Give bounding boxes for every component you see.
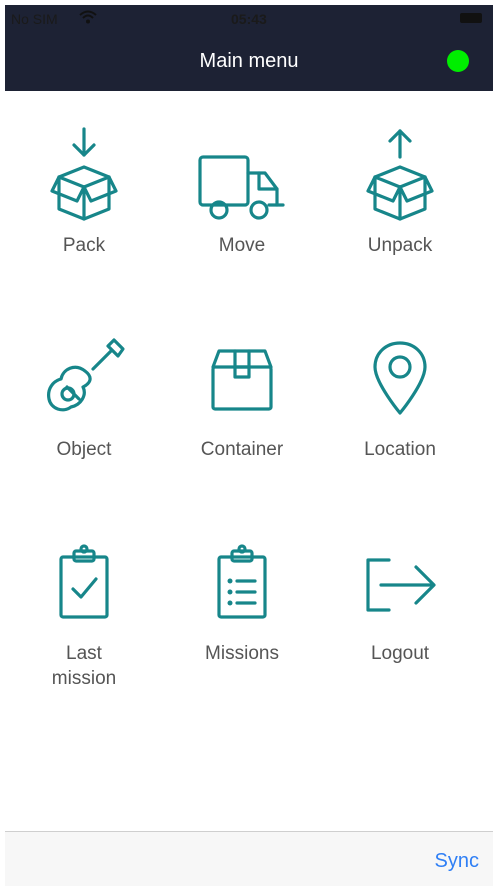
- logout-icon: [366, 558, 436, 612]
- carrier-label: No SIM: [11, 11, 58, 27]
- app-screen: No SIM 05:43 Main menu Pack Move Unpack …: [5, 5, 493, 886]
- status-bar: No SIM 05:43: [5, 5, 493, 33]
- menu-item-missions[interactable]: Missions: [172, 535, 312, 666]
- menu-item-pack-label: Pack: [62, 235, 106, 256]
- page-title: Main menu: [199, 50, 299, 72]
- menu-item-last-mission[interactable]: Last mission: [14, 535, 154, 691]
- box-down-arrow-icon: [50, 127, 118, 221]
- clock: 05:43: [231, 11, 267, 27]
- menu-item-location[interactable]: Location: [330, 331, 470, 462]
- wifi-icon: [79, 10, 97, 24]
- box-up-arrow-icon: [366, 129, 434, 221]
- menu-item-location-label: Location: [364, 439, 436, 460]
- menu-item-pack[interactable]: Pack: [14, 127, 154, 258]
- menu-item-last-mission-label: Last mission: [14, 641, 154, 691]
- clipboard-check-icon: [59, 544, 109, 619]
- menu-item-unpack[interactable]: Unpack: [330, 127, 470, 258]
- guitar-icon: [47, 338, 125, 412]
- menu-item-container-label: Container: [200, 439, 284, 460]
- last-mission-line-1: Last: [66, 643, 102, 664]
- menu-item-container[interactable]: Container: [172, 331, 312, 462]
- container-box-icon: [211, 349, 273, 411]
- truck-icon: [198, 155, 285, 220]
- bottom-toolbar: Sync: [5, 831, 493, 886]
- sync-button[interactable]: Sync: [435, 850, 479, 873]
- navigation-bar: Main menu: [5, 33, 493, 91]
- battery-icon: [460, 13, 482, 23]
- menu-item-object[interactable]: Object: [14, 331, 154, 462]
- menu-item-unpack-label: Unpack: [367, 235, 433, 256]
- menu-item-missions-label: Missions: [205, 643, 279, 664]
- menu-item-move[interactable]: Move: [172, 127, 312, 258]
- menu-item-object-label: Object: [56, 439, 112, 460]
- clipboard-list-icon: [217, 544, 267, 619]
- menu-item-move-label: Move: [218, 235, 266, 256]
- last-mission-line-2: mission: [51, 668, 117, 689]
- menu-item-logout[interactable]: Logout: [330, 535, 470, 666]
- menu-item-logout-label: Logout: [370, 643, 430, 664]
- map-pin-icon: [373, 341, 427, 415]
- connection-status-indicator: [447, 50, 469, 72]
